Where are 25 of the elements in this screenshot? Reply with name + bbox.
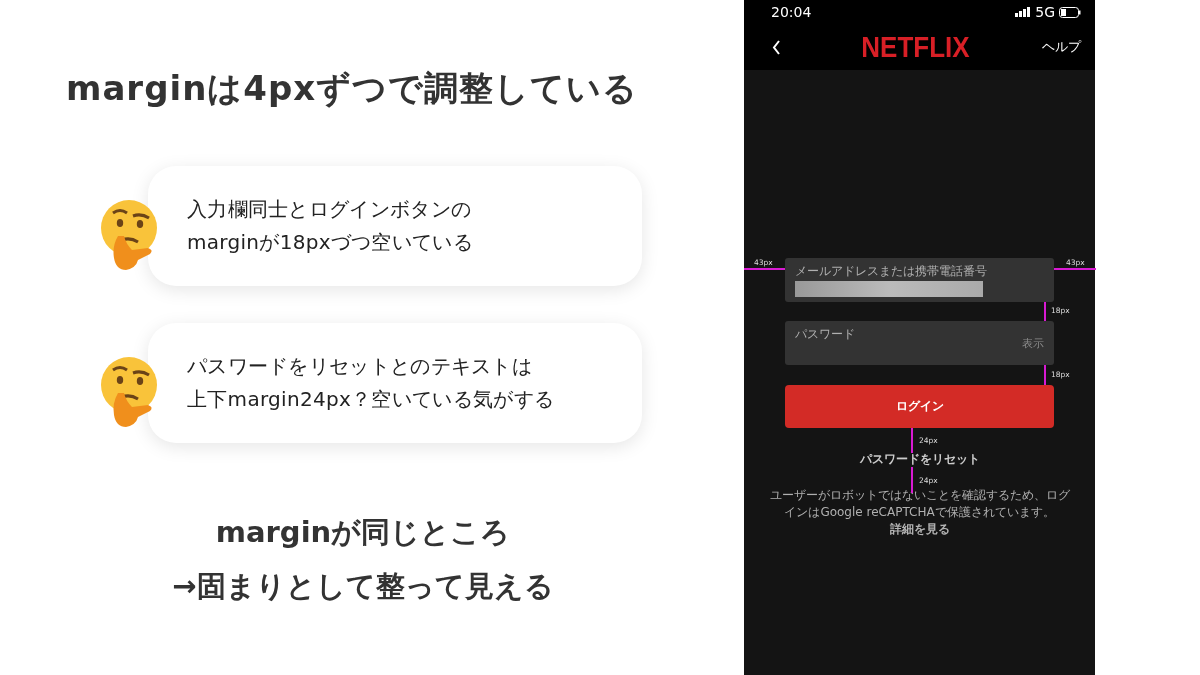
battery-icon — [1059, 6, 1081, 18]
conclusion-text: →固まりとして整って見える — [172, 568, 554, 605]
password-field[interactable]: パスワード 表示 — [785, 321, 1054, 365]
measure-line — [1044, 365, 1046, 385]
measure-line — [1054, 268, 1096, 270]
note-text: 入力欄同士とログインボタンの marginが18pxづつ空いている — [187, 196, 474, 256]
conclusion-text: marginが同じところ — [215, 514, 511, 551]
status-time: 20:04 — [771, 4, 813, 20]
netflix-logo: NETFLIX — [860, 29, 971, 65]
recaptcha-notice: ユーザーがロボットではないことを確認するため、ログインはGoogle reCAPTCHAで保護されています。 詳細を見る — [769, 487, 1070, 538]
help-link[interactable]: ヘルプ — [1042, 38, 1081, 56]
signal-icon — [1015, 7, 1032, 17]
measure-line — [911, 428, 913, 453]
reset-password-link[interactable]: パスワードをリセット — [859, 451, 980, 468]
email-field[interactable]: メールアドレスまたは携帯電話番号 — [785, 258, 1054, 302]
network-type: 5G — [1035, 4, 1055, 20]
measure-line — [744, 268, 785, 270]
details-link[interactable]: 詳細を見る — [889, 522, 950, 536]
show-password-toggle[interactable]: 表示 — [1022, 336, 1044, 351]
login-button[interactable]: ログイン — [785, 385, 1054, 428]
measure-line — [911, 467, 913, 493]
slide-title: marginは4pxずつで調整している — [66, 67, 640, 110]
back-icon[interactable] — [772, 39, 781, 55]
note-text: パスワードをリセットとのテキストは 上下margin24px？空いている気がする — [187, 353, 556, 413]
measure-line — [1044, 302, 1046, 321]
